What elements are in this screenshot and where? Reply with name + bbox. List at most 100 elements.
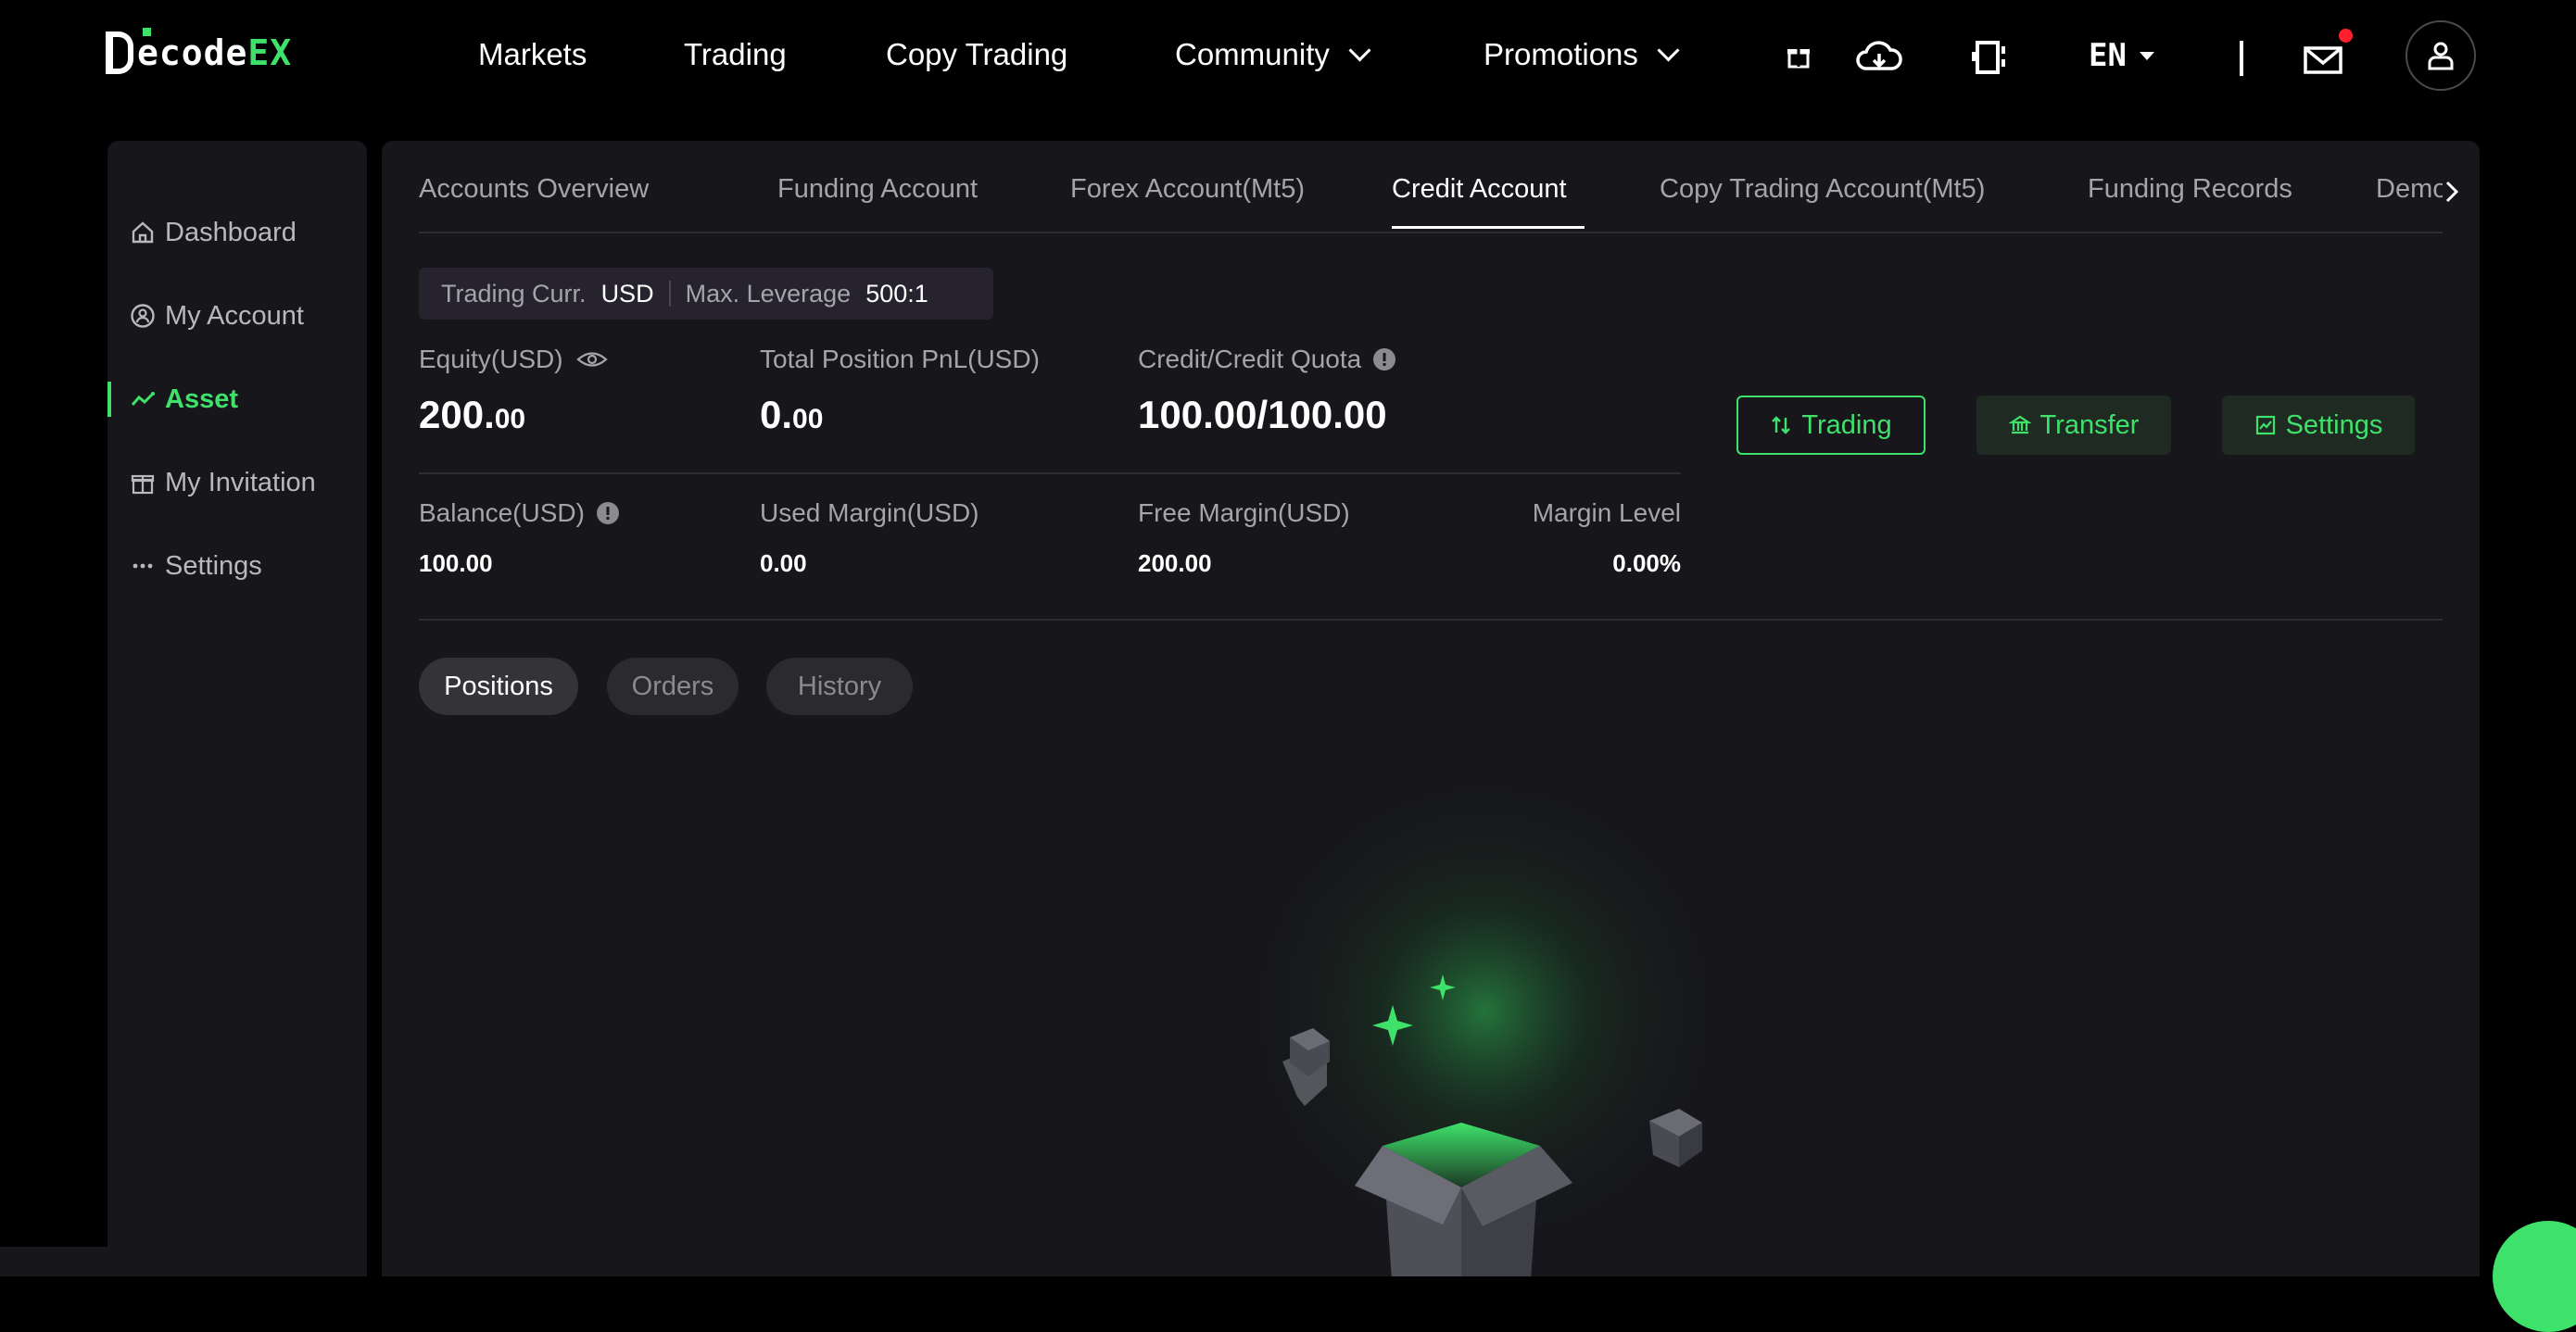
transfer-button[interactable]: Transfer [1976,396,2171,455]
balance-label-text: Balance(USD) [419,498,585,527]
trading-button[interactable]: Trading [1736,396,1926,455]
chevron-right-icon[interactable] [2444,180,2459,208]
trading-currency-value: USD [600,279,654,308]
sidebar-item-dashboard[interactable]: Dashboard [130,209,297,256]
credit-label: Credit/Credit Quota [1138,345,1396,374]
cloud-download-icon[interactable] [1855,41,1903,74]
info-icon[interactable] [1372,347,1396,371]
mail-icon[interactable] [2304,44,2342,74]
pnl-value: 0.00 [760,393,823,437]
tab-demo[interactable]: Demo [2376,174,2443,205]
used-margin-label: Used Margin(USD) [760,498,979,527]
tab-forex-account[interactable]: Forex Account(Mt5) [1070,174,1305,205]
nav-markets[interactable]: Markets [478,37,587,72]
equity-int: 200. [419,393,495,436]
logo-d-mark [106,28,151,74]
free-margin-label: Free Margin(USD) [1138,498,1350,527]
tab-copy-trading-account[interactable]: Copy Trading Account(Mt5) [1660,174,1985,205]
tab-accounts-overview[interactable]: Accounts Overview [419,174,649,205]
pnl-label: Total Position PnL(USD) [760,345,1040,373]
gift-icon [131,474,155,495]
tab-orders[interactable]: Orders [607,658,739,715]
gift-icon[interactable] [1785,43,1812,70]
settings-button[interactable]: Settings [2222,396,2415,455]
pnl-dec: 00 [792,404,824,434]
caret-down-icon [2139,51,2154,60]
user-icon [2428,42,2454,70]
nav-divider [2240,41,2243,76]
nav-community[interactable]: Community [1175,37,1371,72]
sidebar-item-label: Settings [165,550,262,581]
chart-line-icon [131,392,155,406]
home-icon [132,221,154,244]
chevron-down-icon [1657,38,1680,62]
active-tab-underline [1392,226,1585,229]
more-dots-icon [133,563,153,569]
info-icon[interactable] [596,501,620,525]
settings-button-label: Settings [2285,409,2383,440]
language-label: EN [2089,37,2127,74]
brand-logo[interactable]: ecode EX [106,28,293,74]
user-circle-icon [131,304,155,328]
section-divider [419,619,2443,621]
notification-badge [2339,29,2353,43]
trading-button-label: Trading [1801,409,1892,440]
free-margin-value: 200.00 [1138,549,1212,577]
sidebar-item-label: Asset [165,383,238,414]
language-selector[interactable]: EN [2089,37,2154,74]
chart-settings-icon [2255,415,2275,435]
max-leverage-label: Max. Leverage [685,279,852,308]
pill-divider [668,281,671,307]
tab-history[interactable]: History [766,658,913,715]
bank-icon [2008,415,2031,434]
nav-community-label: Community [1175,37,1330,71]
logo-text: ecode [137,32,248,73]
nav-promotions[interactable]: Promotions [1484,37,1680,72]
trading-currency-label: Trading Curr. [441,279,587,308]
sidebar-item-my-account[interactable]: My Account [130,293,304,339]
tab-credit-account[interactable]: Credit Account [1392,174,1567,205]
margin-level-value: 0.00% [1612,549,1681,577]
sidebar-item-label: My Invitation [165,467,316,497]
account-tabs: Accounts Overview Funding Account Forex … [419,141,2459,233]
sidebar-item-asset[interactable]: Asset [130,376,238,422]
sidebar-item-label: Dashboard [165,217,297,247]
nav-promotions-label: Promotions [1484,37,1638,71]
used-margin-value: 0.00 [760,549,807,577]
left-edge-panel [0,1247,107,1276]
tab-funding-account[interactable]: Funding Account [777,174,978,205]
summary-divider [419,472,1681,474]
tab-positions[interactable]: Positions [419,658,578,715]
sidebar-item-settings[interactable]: Settings [130,543,262,589]
margin-level-label: Margin Level [1532,498,1681,527]
phone-app-icon[interactable] [1970,39,2011,76]
balance-value: 100.00 [419,549,493,577]
tab-funding-records[interactable]: Funding Records [2088,174,2292,205]
equity-label: Equity(USD) [419,345,608,374]
eye-icon[interactable] [575,349,608,370]
balance-label: Balance(USD) [419,498,620,528]
sidebar-item-my-invitation[interactable]: My Invitation [130,459,316,506]
active-indicator [107,382,111,417]
empty-box-illustration [1244,789,1725,1276]
credit-label-text: Credit/Credit Quota [1138,345,1362,373]
max-leverage-value: 500:1 [865,279,928,308]
asset-panel: Accounts Overview Funding Account Forex … [382,141,2480,1276]
logo-text-accent: EX [247,32,293,73]
equity-dec: 00 [494,404,526,434]
transfer-button-label: Transfer [2039,409,2140,440]
sidebar: Dashboard My Account Asset My Invitation… [107,141,367,1276]
chevron-down-icon [1348,38,1371,62]
chat-support-button[interactable] [2493,1221,2576,1332]
user-avatar-button[interactable] [2406,20,2476,91]
equity-label-text: Equity(USD) [419,345,563,373]
sidebar-item-label: My Account [165,300,304,331]
pnl-int: 0. [760,393,793,436]
account-info-pill: Trading Curr. USD Max. Leverage 500:1 [419,268,993,320]
nav-copy-trading[interactable]: Copy Trading [886,37,1067,72]
credit-value: 100.00/100.00 [1138,393,1387,436]
top-navigation: ecode EX Markets Trading Copy Trading Com… [0,0,2576,119]
equity-value: 200.00 [419,393,525,437]
swap-arrows-icon [1772,416,1791,434]
nav-trading[interactable]: Trading [684,37,787,72]
